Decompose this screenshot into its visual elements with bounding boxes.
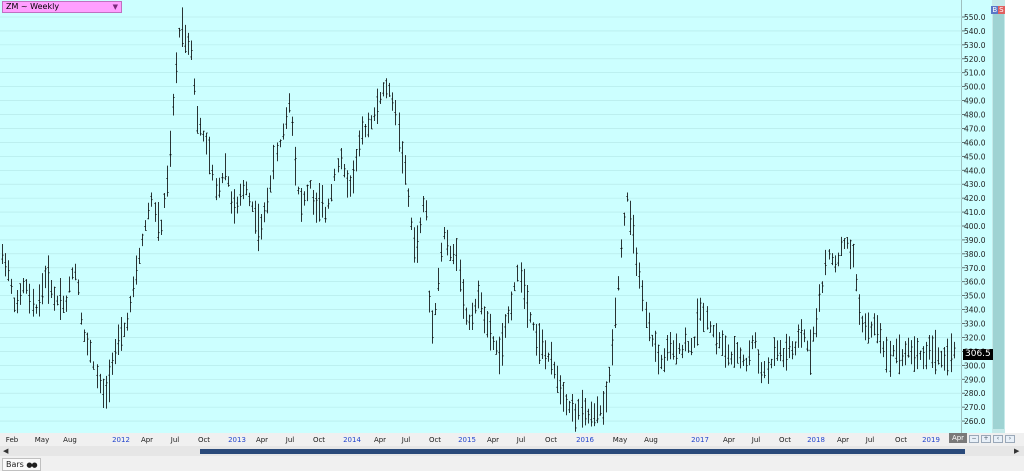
x-tick-label: Apr (837, 436, 849, 444)
symbol-selector[interactable]: ZM ~ Weekly ▼ (2, 1, 122, 13)
x-tick-label: Apr (487, 436, 499, 444)
y-tick-label: 450.0 (964, 152, 986, 161)
x-tick-label: Oct (429, 436, 441, 444)
chevron-down-icon[interactable]: ▼ (113, 2, 118, 12)
ohlc-chart (0, 7, 962, 432)
scroll-right-icon[interactable]: ▶ (1014, 446, 1019, 456)
x-tick-label: Jul (170, 436, 180, 444)
x-tick-label: Jul (285, 436, 295, 444)
x-tick-label: May (613, 436, 627, 444)
y-tick-label: 270.0 (964, 403, 986, 412)
y-tick-label: 330.0 (964, 320, 986, 329)
x-tick-label: Feb (6, 436, 19, 444)
y-tick-label: 340.0 (964, 306, 986, 315)
x-tick-label: Jul (751, 436, 761, 444)
x-tick-label: Oct (895, 436, 907, 444)
x-tick-label: Apr (256, 436, 268, 444)
sell-label: S (998, 6, 1005, 14)
vertical-scroll-thumb[interactable] (993, 14, 1004, 429)
y-tick-label: 360.0 (964, 278, 986, 287)
y-tick-label: 350.0 (964, 292, 986, 301)
x-tick-label: Aug (63, 436, 77, 444)
x-tick-label: 2017 (691, 436, 709, 444)
buy-sell-button[interactable]: BS (991, 6, 1005, 15)
x-tick-label: Oct (198, 436, 210, 444)
last-price-label: 306.5 (963, 349, 993, 360)
scroll-forward-icon[interactable]: › (1005, 435, 1015, 443)
x-tick-label: 2015 (458, 436, 476, 444)
chart-plot-area[interactable] (0, 0, 962, 433)
x-tick-label: Oct (313, 436, 325, 444)
y-tick-label: 480.0 (964, 111, 986, 120)
x-tick-label: 2013 (228, 436, 246, 444)
x-tick-label: Oct (779, 436, 791, 444)
horizontal-scroll-thumb[interactable] (200, 449, 965, 454)
y-tick-label: 460.0 (964, 138, 986, 147)
x-tick-label: 2012 (112, 436, 130, 444)
x-tick-label: Jul (401, 436, 411, 444)
link-icon: ●● (26, 461, 37, 469)
x-tick-label: 2019 (922, 436, 940, 444)
x-tick-label: Jul (865, 436, 875, 444)
zoom-in-icon[interactable]: + (981, 435, 991, 443)
zoom-out-icon[interactable]: − (969, 435, 979, 443)
x-tick-label: Oct (545, 436, 557, 444)
y-tick-label: 510.0 (964, 69, 986, 78)
y-tick-label: 430.0 (964, 180, 986, 189)
y-tick-label: 500.0 (964, 83, 986, 92)
x-tick-label: Apr (141, 436, 153, 444)
scroll-left-icon[interactable]: ◀ (3, 446, 8, 456)
x-tick-label: May (35, 436, 49, 444)
y-tick-label: 550.0 (964, 13, 986, 22)
date-axis: Feb May Aug 2012 Apr Jul Oct 2013 Apr Jul Oct 2014 A… (6, 436, 940, 444)
y-tick-label: 420.0 (964, 194, 986, 203)
y-tick-label: 400.0 (964, 222, 986, 231)
x-tick-label: 2016 (576, 436, 594, 444)
y-tick-label: 440.0 (964, 166, 986, 175)
scroll-back-icon[interactable]: ‹ (993, 435, 1003, 443)
y-tick-label: 410.0 (964, 208, 986, 217)
x-tick-label: Apr (374, 436, 386, 444)
x-tick-label: 2014 (343, 436, 361, 444)
y-tick-label: 540.0 (964, 27, 986, 36)
y-tick-label: 530.0 (964, 41, 986, 50)
y-tick-label: 520.0 (964, 55, 986, 64)
y-tick-label: 290.0 (964, 375, 986, 384)
x-tick-label: Apr (723, 436, 735, 444)
tab-bars-label: Bars (6, 460, 24, 469)
y-tick-label: 470.0 (964, 124, 986, 133)
price-axis: 260.0270.0280.0290.0300.0310.0320.0330.0… (962, 0, 992, 433)
price-bars (1, 7, 956, 432)
x-tick-label: Aug (644, 436, 658, 444)
tab-bars[interactable]: Bars ●● (2, 458, 41, 471)
y-tick-label: 390.0 (964, 236, 986, 245)
y-tick-label: 320.0 (964, 333, 986, 342)
symbol-label: ZM ~ Weekly (6, 2, 60, 11)
y-tick-label: 490.0 (964, 97, 986, 106)
x-tick-label: Jul (516, 436, 526, 444)
y-tick-label: 380.0 (964, 250, 986, 259)
y-tick-label: 300.0 (964, 361, 986, 370)
y-tick-label: 260.0 (964, 417, 986, 426)
y-tick-label: 370.0 (964, 264, 986, 273)
current-date-label: Apr (949, 433, 967, 443)
right-margin (1005, 0, 1024, 433)
x-tick-label: 2018 (807, 436, 825, 444)
y-tick-label: 280.0 (964, 389, 986, 398)
